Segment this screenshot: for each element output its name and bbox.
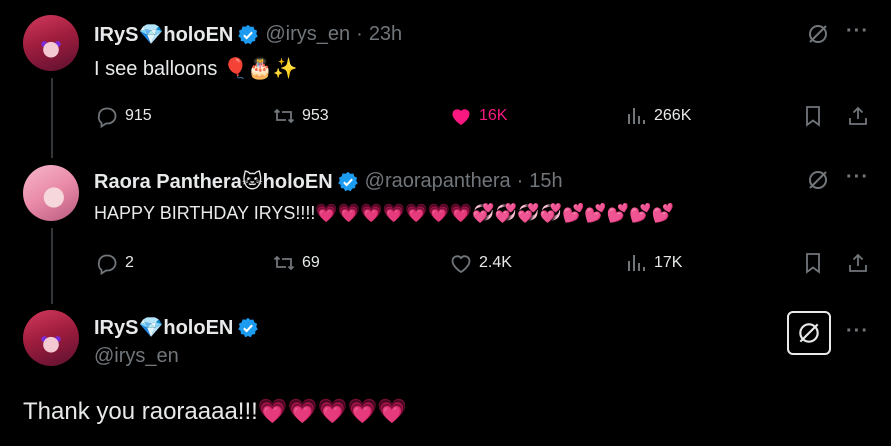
tweet-text: Thank you raoraaaa!!!💗💗💗💗💗 [23, 398, 408, 425]
repost-button[interactable]: 953 [272, 104, 329, 128]
repost-icon [273, 255, 295, 271]
avatar[interactable] [23, 310, 79, 366]
verified-badge-icon [337, 171, 358, 191]
like-icon [452, 109, 470, 125]
display-name[interactable]: IRyS💎holoEN [94, 22, 233, 47]
handle[interactable]: @irys_en [265, 23, 350, 46]
reply-button[interactable]: 2 [95, 251, 134, 275]
timestamp[interactable]: 15h [529, 170, 562, 193]
views-icon [628, 255, 645, 271]
views-count: 17K [654, 254, 683, 271]
display-name[interactable]: IRyS💎holoEN [94, 315, 233, 340]
handle[interactable]: @raorapanthera [365, 170, 511, 193]
reply-count: 2 [125, 254, 134, 271]
repost-icon [273, 108, 295, 124]
grok-icon [799, 323, 819, 343]
separator-dot: · [356, 23, 363, 45]
grok-icon[interactable] [806, 168, 830, 192]
bookmark-icon[interactable] [801, 251, 825, 275]
reply-count: 915 [125, 107, 152, 124]
grok-icon[interactable] [806, 22, 830, 46]
tweet-text: HAPPY BIRTHDAY IRYS!!!!💗💗💗💗💗💗💗💞💞💞💞💕💕💕💕💕 [94, 203, 675, 223]
tweet-header: IRyS💎holoEN [94, 315, 265, 340]
tweet-header: IRyS💎holoEN @irys_en · 23h [94, 22, 402, 47]
like-button[interactable]: 2.4K [449, 251, 512, 275]
tweet-handle-row: @irys_en [94, 345, 179, 368]
like-count: 2.4K [479, 254, 512, 271]
like-button[interactable]: 16K [449, 104, 507, 128]
repost-count: 953 [302, 107, 329, 124]
verified-badge-icon [238, 24, 259, 44]
more-icon[interactable]: ··· [846, 20, 869, 43]
tweet-text: I see balloons 🎈🎂✨ [94, 58, 298, 80]
thread-line [51, 228, 53, 304]
views-icon [628, 108, 645, 124]
reply-icon [97, 107, 117, 128]
views-button[interactable]: 17K [624, 251, 682, 275]
avatar[interactable] [23, 15, 79, 71]
bookmark-icon[interactable] [801, 104, 825, 128]
more-icon[interactable]: ··· [846, 166, 869, 189]
reply-icon [97, 254, 117, 275]
more-icon[interactable]: ··· [846, 320, 869, 343]
repost-button[interactable]: 69 [272, 251, 320, 275]
tweet-header: Raora Panthera🐱holoEN @raorapanthera · 1… [94, 169, 563, 194]
verified-badge-icon [238, 317, 259, 337]
share-icon[interactable] [846, 251, 870, 275]
timestamp[interactable]: 23h [369, 23, 402, 46]
share-icon[interactable] [846, 104, 870, 128]
grok-button[interactable] [787, 311, 831, 355]
thread-line [51, 78, 53, 158]
like-icon [451, 255, 471, 274]
avatar[interactable] [23, 165, 79, 221]
like-count: 16K [479, 107, 508, 124]
views-count: 266K [654, 107, 692, 124]
separator-dot: · [516, 170, 524, 192]
repost-count: 69 [302, 254, 320, 271]
views-button[interactable]: 266K [624, 104, 691, 128]
handle[interactable]: @irys_en [94, 345, 179, 368]
display-name[interactable]: Raora Panthera🐱holoEN [94, 169, 333, 194]
reply-button[interactable]: 915 [95, 104, 152, 128]
